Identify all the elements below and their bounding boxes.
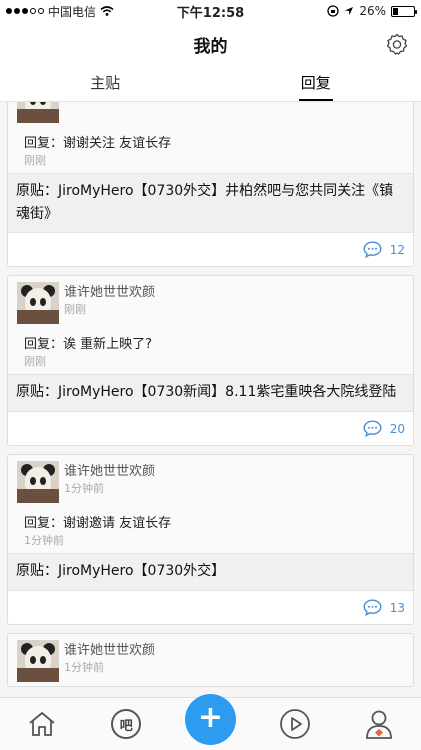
card-footer: 20 (8, 412, 413, 445)
avatar[interactable] (17, 640, 59, 682)
comment-icon[interactable] (363, 420, 382, 437)
original-post[interactable]: 原贴：JiroMyHero【0730外交】 (8, 553, 413, 591)
username[interactable]: 谁许她世世欢颜 (64, 463, 155, 481)
nav-home[interactable] (19, 701, 65, 747)
status-left: 中国电信 (6, 3, 114, 20)
original-post[interactable]: 原贴：JiroMyHero【0730新闻】8.11紫宅重映各大院线登陆 (8, 374, 413, 412)
reply-text: 回复：谢谢邀请 友谊长存 (24, 516, 172, 531)
status-right: 26% (327, 4, 417, 18)
status-bar: 中国电信 下午12:58 26% (0, 0, 421, 22)
comment-icon[interactable] (363, 241, 382, 258)
reply-card[interactable]: 谁许她世世欢颜 1分钟前 (7, 633, 414, 687)
avatar[interactable] (17, 461, 59, 503)
wifi-icon (100, 6, 114, 16)
post-time: 1分钟前 (64, 482, 104, 495)
avatar[interactable] (17, 282, 59, 324)
reply-text: 回复：诶 重新上映了? (24, 337, 153, 352)
location-icon (345, 7, 354, 15)
battery-icon (391, 5, 417, 17)
page-title: 我的 (193, 36, 228, 57)
card-footer: 13 (8, 591, 413, 624)
card-header: 谁许她世世欢颜 1分钟前 (8, 634, 413, 686)
reply-time: 刚刚 (24, 355, 46, 368)
home-icon (29, 712, 55, 736)
comment-icon[interactable] (363, 599, 382, 616)
battery-percent: 26% (359, 4, 386, 18)
feed-list: 刚刚 回复：谢谢关注 友谊长存 刚刚 原贴：JiroMyHero【0730外交】… (0, 102, 421, 695)
reply-card[interactable]: 刚刚 回复：谢谢关注 友谊长存 刚刚 原贴：JiroMyHero【0730外交】… (7, 102, 414, 267)
comment-count: 20 (389, 421, 405, 436)
tab-bar: 主贴 回复 (0, 66, 421, 102)
rotation-lock-icon (327, 5, 339, 17)
comment-count: 12 (389, 242, 405, 257)
ba-label: 吧 (111, 709, 142, 739)
nav-profile[interactable] (356, 701, 402, 747)
reply-card[interactable]: 谁许她世世欢颜 刚刚 回复：诶 重新上映了? 刚刚 原贴：JiroMyHero【… (7, 275, 414, 446)
card-header: 刚刚 (8, 102, 413, 127)
carrier-label: 中国电信 (48, 4, 97, 19)
card-header: 谁许她世世欢颜 1分钟前 (8, 455, 413, 507)
post-time: 1分钟前 (64, 661, 104, 674)
reply-feed[interactable]: 刚刚 回复：谢谢关注 友谊长存 刚刚 原贴：JiroMyHero【0730外交】… (0, 102, 421, 697)
card-header: 谁许她世世欢颜 刚刚 (8, 276, 413, 328)
battery-fill (393, 7, 399, 15)
reply-time: 刚刚 (24, 154, 46, 167)
profile-icon (365, 710, 392, 739)
username[interactable]: 谁许她世世欢颜 (64, 642, 155, 660)
avatar[interactable] (17, 102, 59, 123)
card-footer: 12 (8, 233, 413, 266)
settings-gear-icon[interactable] (385, 32, 409, 56)
original-post[interactable]: 原贴：JiroMyHero【0730外交】井柏然吧与您共同关注《镇魂街》 (8, 173, 413, 233)
tab-replies[interactable]: 回复 (211, 66, 421, 101)
play-icon (279, 709, 310, 739)
compose-button[interactable]: + (185, 694, 236, 745)
reply-text: 回复：谢谢关注 友谊长存 (24, 136, 172, 151)
comment-count: 13 (389, 600, 405, 615)
signal-icon (6, 8, 44, 14)
post-time: 刚刚 (64, 303, 86, 316)
nav-ba[interactable]: 吧 (103, 701, 149, 747)
header: 我的 (0, 22, 421, 66)
reply-time: 1分钟前 (24, 534, 64, 547)
username[interactable]: 谁许她世世欢颜 (64, 284, 155, 302)
tab-main-posts[interactable]: 主贴 (0, 66, 211, 101)
nav-video[interactable] (272, 701, 318, 747)
reply-card[interactable]: 谁许她世世欢颜 1分钟前 回复：谢谢邀请 友谊长存 1分钟前 原贴：JiroMy… (7, 454, 414, 625)
